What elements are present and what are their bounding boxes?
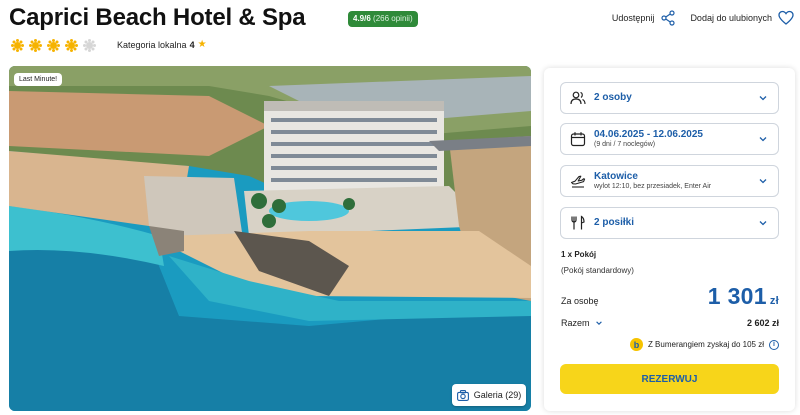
rating-reviews: (266 opinii) xyxy=(373,14,413,23)
people-icon xyxy=(570,91,586,105)
dates-select[interactable]: 04.06.2025 - 12.06.2025 (9 dni / 7 nocle… xyxy=(560,123,779,155)
sun-star-icon xyxy=(46,38,61,53)
airplane-icon xyxy=(570,175,586,188)
camera-icon xyxy=(456,389,469,401)
last-minute-badge: Last Minute! xyxy=(14,73,63,86)
heart-icon xyxy=(778,10,794,25)
rating-score: 4.9/6 xyxy=(353,14,371,23)
share-label: Udostępnij xyxy=(611,13,655,23)
departure-details: wylot 12:10, bez przesiadek, Enter Air xyxy=(594,182,712,190)
dates-duration: (9 dni / 7 noclegów) xyxy=(594,140,656,148)
meals-select[interactable]: 2 posiłki xyxy=(560,207,779,239)
sun-star-icon xyxy=(28,38,43,53)
favorite-label: Dodaj do ulubionych xyxy=(690,13,772,23)
calendar-icon xyxy=(570,132,586,147)
category-label: Kategoria lokalna xyxy=(117,39,187,50)
star-icon: ★ xyxy=(197,39,207,50)
share-icon xyxy=(661,10,676,26)
chevron-down-icon xyxy=(595,321,602,325)
price-value: 1 301 xyxy=(707,283,767,309)
category-value: 4 xyxy=(189,39,195,50)
price-currency: zł xyxy=(769,295,779,307)
chevron-down-icon xyxy=(759,137,767,142)
total-toggle[interactable]: Razem xyxy=(561,318,603,328)
gallery-button[interactable]: Galeria (29) xyxy=(452,384,526,406)
bumerang-promo: b Z Bumerangiem zyskaj do 105 zł i xyxy=(629,338,779,351)
reserve-button[interactable]: REZERWUJ xyxy=(560,364,779,394)
chevron-down-icon xyxy=(759,179,767,184)
meals-value: 2 posiłki xyxy=(594,217,635,229)
hotel-title: Caprici Beach Hotel & Spa xyxy=(9,4,306,31)
sun-star-empty-icon xyxy=(82,38,97,53)
top-actions: Udostępnij Dodaj do ulubionych xyxy=(612,10,794,26)
room-count: 1 x Pokój xyxy=(561,250,597,259)
total-value: 2 602 zł xyxy=(746,318,779,328)
chevron-down-icon xyxy=(759,96,767,101)
bumerang-logo-icon: b xyxy=(629,338,643,351)
star-rating xyxy=(10,38,97,53)
guests-value: 2 osoby xyxy=(594,92,632,104)
share-button[interactable]: Udostępnij xyxy=(612,10,677,26)
favorite-button[interactable]: Dodaj do ulubionych xyxy=(690,10,794,26)
departure-city: Katowice xyxy=(594,171,638,183)
gallery-label: Galeria (29) xyxy=(473,390,522,400)
room-type: (Pokój standardowy) xyxy=(561,266,634,275)
total-label: Razem xyxy=(561,318,590,328)
guests-select[interactable]: 2 osoby xyxy=(560,82,779,114)
sun-star-icon xyxy=(10,38,25,53)
booking-panel: 2 osoby 04.06.2025 - 12.06.2025 (9 dni /… xyxy=(544,68,795,411)
local-category: Kategoria lokalna 4 ★ xyxy=(117,39,207,50)
price-per-person: 1 301 zł xyxy=(708,283,779,310)
chevron-down-icon xyxy=(759,221,767,226)
dates-value: 04.06.2025 - 12.06.2025 xyxy=(594,129,703,141)
sun-star-icon xyxy=(64,38,79,53)
per-person-label: Za osobę xyxy=(561,296,599,306)
info-icon[interactable]: i xyxy=(769,339,779,350)
bumerang-text: Z Bumerangiem zyskaj do 105 zł xyxy=(647,340,764,349)
rating-badge[interactable]: 4.9/6 (266 opinii) xyxy=(348,11,418,27)
departure-select[interactable]: Katowice wylot 12:10, bez przesiadek, En… xyxy=(560,165,779,197)
cutlery-icon xyxy=(571,215,585,230)
hotel-photo[interactable] xyxy=(9,66,531,411)
